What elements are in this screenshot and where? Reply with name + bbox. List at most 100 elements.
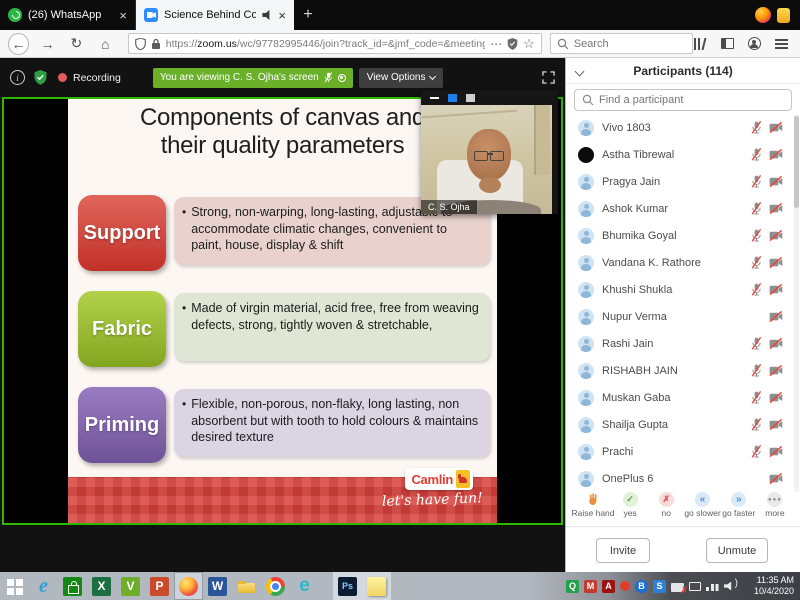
go-faster-button[interactable]: » go faster: [721, 492, 757, 526]
participant-row[interactable]: Pragya Jain: [566, 168, 800, 195]
bookmark-star-icon[interactable]: ☆: [523, 36, 535, 52]
participant-row[interactable]: Ashok Kumar: [566, 195, 800, 222]
participant-row[interactable]: Bhumika Goyal: [566, 222, 800, 249]
tray-m-app-icon[interactable]: M: [584, 577, 597, 595]
mic-muted-icon: [751, 445, 762, 458]
yes-button[interactable]: ✓ yes: [612, 492, 648, 526]
search-icon: [557, 38, 569, 50]
more-button[interactable]: ●●● more: [757, 492, 793, 526]
participants-panel: Participants (114) Vivo 1803 Astha Tibre…: [565, 58, 800, 572]
taskbar-word-icon[interactable]: W: [203, 572, 232, 600]
scrollbar-thumb[interactable]: [794, 116, 799, 208]
home-button[interactable]: ⌂: [95, 33, 116, 55]
tab-close-icon[interactable]: ×: [119, 8, 127, 23]
participant-row[interactable]: Astha Tibrewal: [566, 141, 800, 168]
lock-icon[interactable]: [151, 38, 161, 50]
taskbar-corel-icon[interactable]: V: [116, 572, 145, 600]
taskbar-excel-icon[interactable]: X: [87, 572, 116, 600]
taskbar-store-icon[interactable]: [58, 572, 87, 600]
url-bar[interactable]: https://zoom.us/wc/97782995446/join?trac…: [128, 33, 542, 54]
tab-close-icon[interactable]: ×: [278, 8, 286, 23]
tab-audio-icon[interactable]: [262, 10, 272, 20]
viewing-banner[interactable]: You are viewing C. S. Ojha's screen: [153, 68, 353, 88]
tab-whatsapp[interactable]: (26) WhatsApp ×: [0, 0, 136, 30]
unmute-button[interactable]: Unmute: [706, 538, 768, 563]
tray-acrobat-icon[interactable]: A: [602, 577, 615, 595]
tray-quickheal-icon[interactable]: Q: [566, 577, 579, 595]
video-off-icon: [769, 392, 783, 403]
library-icon[interactable]: [693, 38, 707, 50]
scrollbar[interactable]: [794, 114, 799, 492]
tray-network-x-icon[interactable]: [671, 577, 684, 595]
participant-name: Pragya Jain: [602, 176, 751, 188]
collapse-chevron-icon[interactable]: [575, 67, 585, 77]
presenter-hand: [479, 177, 501, 193]
tab-zoom-meeting[interactable]: Science Behind Colour - A ×: [136, 0, 294, 30]
meeting-info-icon[interactable]: i: [10, 70, 25, 85]
no-button[interactable]: ✗ no: [648, 492, 684, 526]
system-tray: QMA BS: [566, 577, 738, 595]
tray-signal-icon[interactable]: [706, 577, 719, 595]
taskbar-edge-icon[interactable]: e: [290, 572, 319, 600]
taskbar-sticky-icon[interactable]: [362, 572, 391, 600]
view-options-button[interactable]: View Options: [359, 68, 444, 88]
forward-button[interactable]: →: [37, 33, 58, 55]
search-bar[interactable]: [550, 33, 693, 54]
taskbar-powerpoint-icon[interactable]: P: [145, 572, 174, 600]
participant-name: Khushi Shukla: [602, 284, 751, 296]
taskbar-clock[interactable]: 11:35 AM 10/4/2020: [742, 575, 800, 598]
hamburger-menu-icon[interactable]: [775, 38, 788, 49]
participant-search-box[interactable]: [574, 89, 792, 111]
taskbar-photoshop-icon[interactable]: Ps: [333, 572, 362, 600]
go-slower-button[interactable]: « go slower: [684, 492, 720, 526]
sidebar-icon[interactable]: [721, 38, 734, 49]
mic-muted-icon: [751, 202, 762, 215]
presenter-video-window[interactable]: C. S. Ojha: [421, 90, 558, 214]
participant-row[interactable]: Nupur Verma: [566, 303, 800, 330]
search-input[interactable]: [574, 38, 674, 50]
participant-search-input[interactable]: [599, 94, 784, 106]
participant-row[interactable]: OnePlus 6: [566, 465, 800, 492]
video-off-icon: [769, 122, 783, 133]
taskbar-ie-icon[interactable]: e: [29, 572, 58, 600]
url-text[interactable]: https://zoom.us/wc/97782995446/join?trac…: [166, 38, 485, 50]
tracking-shield-icon[interactable]: [135, 38, 146, 50]
participant-row[interactable]: Prachi: [566, 438, 800, 465]
participant-row[interactable]: RISHABH JAIN: [566, 357, 800, 384]
participant-name: OnePlus 6: [602, 473, 751, 485]
tray-volume-icon[interactable]: [724, 577, 738, 595]
participant-row[interactable]: Vivo 1803: [566, 114, 800, 141]
participant-row[interactable]: Rashi Jain: [566, 330, 800, 357]
account-icon[interactable]: [748, 37, 761, 50]
taskbar-start-icon[interactable]: [0, 572, 29, 600]
window-button-icon[interactable]: [466, 94, 475, 102]
back-button[interactable]: ←: [8, 33, 29, 55]
refresh-button[interactable]: ↻: [66, 33, 87, 55]
avatar: [578, 174, 594, 190]
page-actions-icon[interactable]: ⋯: [490, 37, 502, 51]
invite-button[interactable]: Invite: [596, 538, 650, 563]
tray-blue-app-icon[interactable]: S: [653, 577, 666, 595]
participant-name: Rashi Jain: [602, 338, 751, 350]
tray-red-dot-icon[interactable]: [620, 577, 630, 595]
avatar: [578, 309, 594, 325]
taskbar-explorer-icon[interactable]: [232, 572, 261, 600]
participants-header: Participants (114): [566, 58, 800, 84]
participant-row[interactable]: Khushi Shukla: [566, 276, 800, 303]
pocket-icon[interactable]: [507, 38, 518, 50]
mic-muted-icon: [751, 337, 762, 350]
tab-label: (26) WhatsApp: [28, 9, 113, 21]
participant-row[interactable]: Muskan Gaba: [566, 384, 800, 411]
new-tab-button[interactable]: +: [294, 0, 322, 30]
maximize-icon[interactable]: [448, 94, 457, 102]
avatar: [578, 390, 594, 406]
tray-tablet-icon[interactable]: [689, 577, 701, 595]
raise-hand-button[interactable]: Raise hand: [574, 492, 612, 526]
fullscreen-button[interactable]: [542, 71, 555, 84]
taskbar-chrome-icon[interactable]: [261, 572, 290, 600]
taskbar-firefox-icon[interactable]: [174, 572, 203, 600]
participant-row[interactable]: Shailja Gupta: [566, 411, 800, 438]
tray-bluetooth-icon[interactable]: B: [635, 577, 648, 595]
minimize-icon[interactable]: [430, 97, 439, 99]
participant-row[interactable]: Vandana K. Rathore: [566, 249, 800, 276]
